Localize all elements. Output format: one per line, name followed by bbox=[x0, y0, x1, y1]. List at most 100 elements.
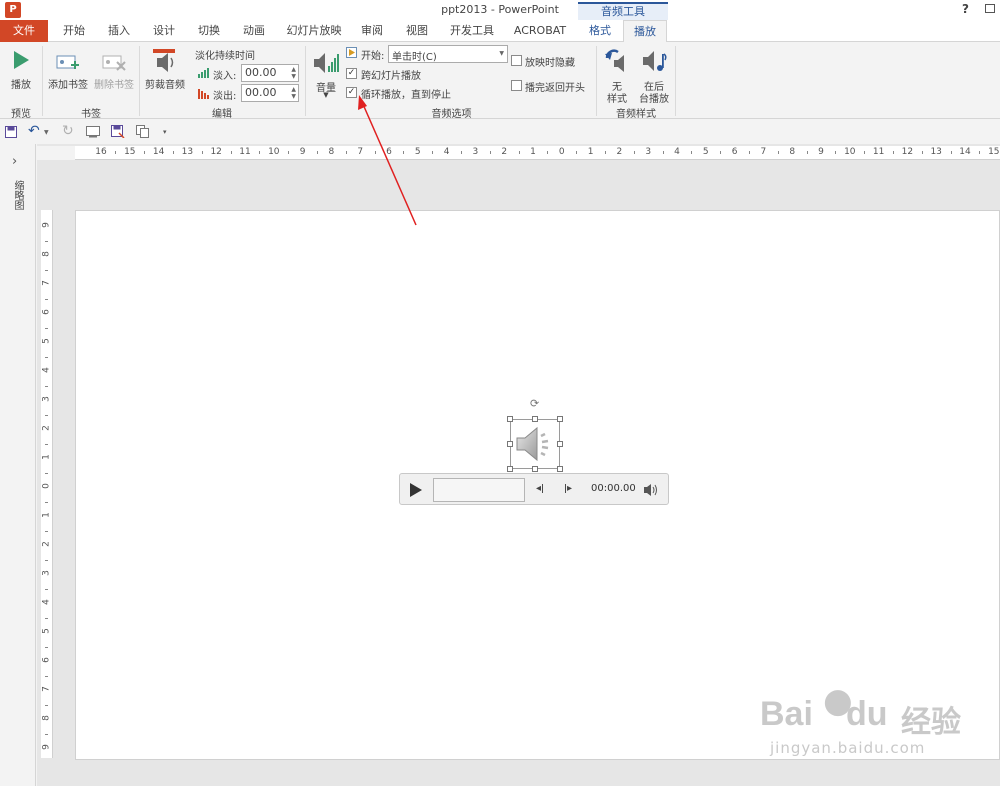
start-from-beginning-icon[interactable] bbox=[86, 126, 100, 138]
spin-up-icon[interactable]: ▲ bbox=[291, 66, 296, 73]
ruler-tick-label: 13 bbox=[181, 147, 194, 157]
play-in-background-button[interactable]: 在后 台播放 bbox=[636, 46, 672, 105]
save-icon[interactable] bbox=[5, 126, 17, 138]
rotate-handle-icon[interactable]: ⟳ bbox=[530, 397, 539, 410]
player-volume-icon[interactable] bbox=[643, 483, 659, 497]
save-as-icon[interactable] bbox=[111, 125, 125, 138]
ruler-minor-tick bbox=[518, 151, 520, 154]
title-bar: P ppt2013 - PowerPoint ? 音频工具 bbox=[0, 0, 1000, 20]
player-play-icon[interactable] bbox=[409, 482, 423, 498]
ruler-tick-label: 10 bbox=[844, 147, 856, 157]
copy-icon[interactable] bbox=[136, 125, 149, 138]
ruler-tick-label: 3 bbox=[41, 570, 52, 576]
spin-down-icon[interactable]: ▼ bbox=[291, 73, 296, 80]
resize-handle[interactable] bbox=[532, 466, 538, 472]
ruler-minor-tick bbox=[720, 151, 722, 154]
ruler-minor-tick bbox=[921, 151, 923, 154]
volume-button[interactable]: 音量 ▼ bbox=[309, 46, 343, 104]
ruler-minor-tick bbox=[835, 151, 837, 154]
ruler-minor-tick bbox=[288, 151, 290, 154]
expand-pane-icon[interactable]: › bbox=[12, 154, 17, 169]
tab-playback[interactable]: 播放 bbox=[623, 20, 667, 43]
ruler-minor-tick bbox=[45, 240, 48, 242]
ruler-tick-label: 4 bbox=[674, 147, 680, 157]
group-divider bbox=[42, 46, 43, 116]
tab-view[interactable]: 视图 bbox=[395, 20, 439, 42]
undo-icon[interactable]: ↶ bbox=[28, 123, 40, 139]
play-across-slides-checkbox[interactable]: ✓ bbox=[346, 68, 357, 79]
resize-handle[interactable] bbox=[557, 416, 563, 422]
play-button[interactable]: 播放 bbox=[4, 46, 38, 92]
dropdown-arrow-icon: ▼ bbox=[499, 50, 504, 57]
tab-file[interactable]: 文件 bbox=[0, 20, 48, 42]
group-divider bbox=[305, 46, 306, 116]
tab-home[interactable]: 开始 bbox=[52, 20, 96, 42]
help-button[interactable]: ? bbox=[962, 2, 969, 16]
ruler-minor-tick bbox=[45, 704, 48, 706]
ruler-tick-label: 15 bbox=[988, 147, 1000, 157]
play-in-background-icon bbox=[643, 51, 667, 71]
fade-out-icon bbox=[198, 89, 209, 99]
start-dropdown[interactable]: 单击时(C) ▼ bbox=[388, 45, 508, 63]
ruler-tick-label: 1 bbox=[41, 454, 52, 460]
ruler-tick-label: 6 bbox=[731, 147, 738, 157]
tab-developer[interactable]: 开发工具 bbox=[442, 20, 502, 42]
hide-during-show-checkbox[interactable] bbox=[511, 55, 522, 66]
spin-down-icon[interactable]: ▼ bbox=[291, 93, 296, 100]
ruler-tick-label: 13 bbox=[930, 147, 942, 157]
ruler-tick-label: 6 bbox=[41, 657, 52, 663]
trim-audio-button[interactable]: 剪裁音频 bbox=[142, 46, 188, 92]
watermark-cn: 经验 bbox=[901, 705, 961, 740]
ruler-tick-label: 3 bbox=[645, 147, 652, 157]
tab-insert[interactable]: 插入 bbox=[97, 20, 141, 42]
add-bookmark-button[interactable]: 添加书签 bbox=[46, 46, 90, 92]
resize-handle[interactable] bbox=[557, 466, 563, 472]
no-style-icon bbox=[605, 49, 624, 72]
ribbon-playback: 播放 预览 添加书签 删除书签 书签 剪裁音频 淡化持续时间 淡入: 00.00… bbox=[0, 42, 1000, 120]
fade-in-input[interactable]: 00.00 ▲ ▼ bbox=[241, 64, 299, 82]
restore-window-icon[interactable] bbox=[985, 4, 995, 13]
start-icon bbox=[346, 47, 357, 58]
player-timeline[interactable] bbox=[433, 478, 525, 502]
remove-bookmark-button[interactable]: 删除书签 bbox=[92, 46, 136, 92]
resize-handle[interactable] bbox=[507, 416, 513, 422]
customize-qat-icon[interactable]: ▾ bbox=[163, 128, 167, 136]
tab-review[interactable]: 审阅 bbox=[350, 20, 394, 42]
tab-format[interactable]: 格式 bbox=[578, 20, 622, 42]
ribbon-tabs: 文件 开始 插入 设计 切换 动画 幻灯片放映 审阅 视图 开发工具 ACROB… bbox=[0, 20, 1000, 43]
ruler-tick-label: 9 bbox=[818, 147, 824, 157]
ruler-minor-tick bbox=[45, 385, 48, 387]
baidu-watermark: Bai ● du 经验 jingyan.baidu.com bbox=[756, 681, 996, 761]
ruler-tick-label: 16 bbox=[95, 147, 107, 157]
rewind-after-playing-checkbox[interactable] bbox=[511, 80, 522, 91]
hide-during-show-label: 放映时隐藏 bbox=[525, 58, 575, 69]
tab-slideshow[interactable]: 幻灯片放映 bbox=[281, 20, 347, 42]
fade-out-input[interactable]: 00.00 ▲ ▼ bbox=[241, 84, 299, 102]
rewind-after-playing-label: 播完返回开头 bbox=[525, 83, 585, 94]
ruler-minor-tick bbox=[806, 151, 808, 154]
resize-handle[interactable] bbox=[557, 441, 563, 447]
ruler-tick-label: 3 bbox=[41, 396, 52, 402]
skip-forward-icon[interactable]: ǀ▸ bbox=[564, 483, 572, 494]
chevron-down-icon: ▼ bbox=[323, 91, 329, 99]
tab-animations[interactable]: 动画 bbox=[232, 20, 276, 42]
ruler-tick-label: 15 bbox=[124, 147, 136, 157]
resize-handle[interactable] bbox=[507, 466, 513, 472]
tab-transitions[interactable]: 切换 bbox=[187, 20, 231, 42]
ruler-tick-label: 0 bbox=[41, 483, 52, 489]
redo-icon[interactable]: ↻ bbox=[62, 123, 74, 139]
audio-object[interactable] bbox=[510, 419, 560, 469]
no-style-button[interactable]: 无 样式 bbox=[600, 46, 634, 105]
ruler-tick-label: 7 bbox=[41, 280, 52, 286]
quick-access-toolbar: ↶ ▼ ↻ ▾ bbox=[0, 120, 1000, 144]
ruler-minor-tick bbox=[749, 151, 750, 154]
resize-handle[interactable] bbox=[507, 441, 513, 447]
resize-handle[interactable] bbox=[532, 416, 538, 422]
ruler-minor-tick bbox=[547, 151, 549, 154]
undo-dropdown-icon[interactable]: ▼ bbox=[44, 129, 49, 136]
spin-up-icon[interactable]: ▲ bbox=[291, 86, 296, 93]
tab-acrobat[interactable]: ACROBAT bbox=[505, 20, 575, 42]
watermark-brand: Bai bbox=[760, 695, 813, 733]
skip-back-icon[interactable]: ◂ǀ bbox=[536, 483, 544, 494]
tab-design[interactable]: 设计 bbox=[142, 20, 186, 42]
